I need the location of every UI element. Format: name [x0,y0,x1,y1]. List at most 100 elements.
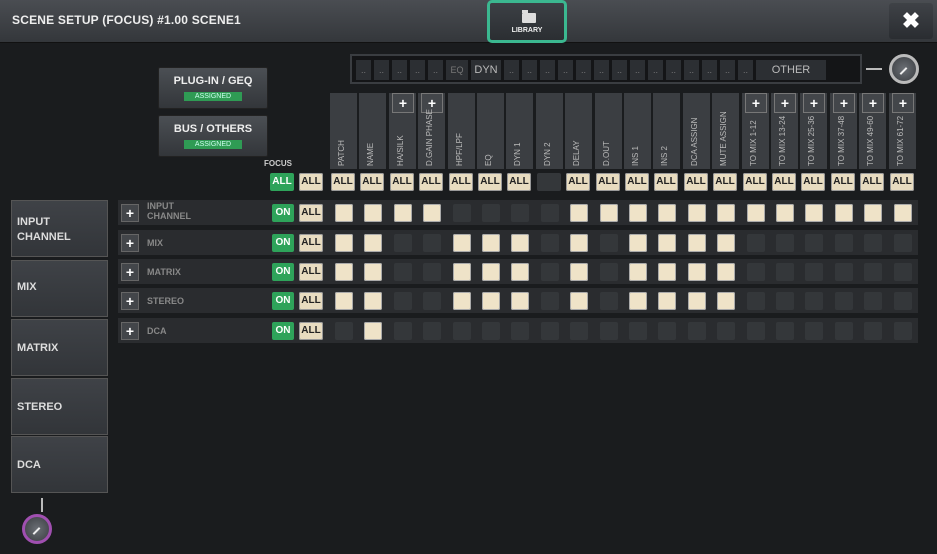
strip-segment[interactable]: .. [356,60,371,80]
parameter-toggle[interactable] [394,263,412,281]
parameter-toggle[interactable] [894,292,912,310]
strip-segment[interactable]: EQ [446,60,468,80]
parameter-toggle[interactable] [658,263,676,281]
parameter-toggle[interactable] [717,234,735,252]
parameter-toggle[interactable] [805,263,823,281]
parameter-toggle[interactable] [482,204,500,222]
strip-segment[interactable]: .. [558,60,573,80]
column-all-button[interactable]: ALL [890,173,914,191]
parameter-toggle[interactable] [570,322,588,340]
column-all-button[interactable]: ALL [684,173,708,191]
parameter-toggle[interactable] [776,263,794,281]
parameter-toggle[interactable] [600,292,618,310]
parameter-toggle[interactable] [747,204,765,222]
module-strip[interactable]: .......... EQ DYN.........................… [350,54,862,84]
parameter-toggle[interactable] [688,234,706,252]
parameter-toggle[interactable] [570,204,588,222]
column-all-button[interactable]: ALL [507,173,531,191]
row-all-button[interactable]: ALL [299,204,323,222]
row-all-button[interactable]: ALL [299,263,323,281]
parameter-toggle[interactable] [658,234,676,252]
parameter-toggle[interactable] [894,263,912,281]
strip-segment[interactable]: .. [374,60,389,80]
row-expand-button[interactable]: + [121,292,139,310]
parameter-toggle[interactable] [394,204,412,222]
column-all-button[interactable]: ALL [801,173,825,191]
strip-segment[interactable]: DYN [471,60,501,80]
parameter-toggle[interactable] [570,263,588,281]
parameter-toggle[interactable] [805,204,823,222]
strip-segment[interactable]: .. [522,60,537,80]
strip-segment[interactable]: .. [392,60,407,80]
column-all-button[interactable]: ALL [625,173,649,191]
parameter-toggle[interactable] [776,234,794,252]
parameter-toggle[interactable] [747,263,765,281]
column-add-button[interactable]: + [833,93,855,113]
parameter-toggle[interactable] [541,322,559,340]
parameter-toggle[interactable] [629,234,647,252]
parameter-toggle[interactable] [541,292,559,310]
column-all-button[interactable]: ALL [772,173,796,191]
parameter-toggle[interactable] [335,263,353,281]
parameter-toggle[interactable] [541,263,559,281]
strip-segment[interactable]: .. [738,60,753,80]
strip-segment[interactable]: .. [540,60,555,80]
bus-others-button[interactable]: BUS / OTHERS ASSIGNED [158,115,268,157]
parameter-toggle[interactable] [453,263,471,281]
row-expand-button[interactable]: + [121,234,139,252]
strip-segment[interactable]: .. [410,60,425,80]
parameter-toggle[interactable] [600,322,618,340]
parameter-toggle[interactable] [717,263,735,281]
strip-segment[interactable]: .. [504,60,519,80]
parameter-toggle[interactable] [717,204,735,222]
parameter-toggle[interactable] [570,234,588,252]
parameter-toggle[interactable] [776,204,794,222]
parameter-toggle[interactable] [835,234,853,252]
focus-on-button[interactable]: ON [272,292,294,310]
parameter-toggle[interactable] [629,204,647,222]
focus-all-button[interactable]: ALL [270,173,294,191]
parameter-toggle[interactable] [688,263,706,281]
column-add-button[interactable]: + [774,93,796,113]
parameter-toggle[interactable] [394,292,412,310]
strip-segment[interactable]: .. [630,60,645,80]
parameter-toggle[interactable] [600,204,618,222]
parameter-toggle[interactable] [511,292,529,310]
row-all-button[interactable]: ALL [299,322,323,340]
column-all-button[interactable]: ALL [390,173,414,191]
plugin-geq-button[interactable]: PLUG-IN / GEQ ASSIGNED [158,67,268,109]
parameter-toggle[interactable] [688,292,706,310]
parameter-toggle[interactable] [835,204,853,222]
parameter-toggle[interactable] [394,234,412,252]
close-button[interactable]: ✖ [889,3,933,39]
sidebar-item-input-channel[interactable]: INPUT CHANNEL [11,200,108,257]
scroll-knob-icon[interactable] [22,514,52,544]
row-all-button[interactable]: ALL [299,292,323,310]
parameter-toggle[interactable] [629,292,647,310]
sidebar-item-stereo[interactable]: STEREO [11,378,108,435]
parameter-toggle[interactable] [482,322,500,340]
parameter-toggle[interactable] [805,234,823,252]
parameter-toggle[interactable] [805,322,823,340]
column-all-button[interactable]: ALL [566,173,590,191]
column-all-button[interactable]: ALL [860,173,884,191]
parameter-toggle[interactable] [364,263,382,281]
column-all-button[interactable]: ALL [654,173,678,191]
strip-segment[interactable]: .. [576,60,591,80]
parameter-toggle[interactable] [629,263,647,281]
column-add-button[interactable]: + [862,93,884,113]
column-all-button[interactable]: ALL [419,173,443,191]
parameter-toggle[interactable] [894,204,912,222]
parameter-toggle[interactable] [453,234,471,252]
parameter-toggle[interactable] [541,234,559,252]
focus-on-button[interactable]: ON [272,322,294,340]
focus-on-button[interactable]: ON [272,234,294,252]
parameter-toggle[interactable] [835,292,853,310]
parameter-toggle[interactable] [864,322,882,340]
sidebar-item-mix[interactable]: MIX [11,260,108,317]
focus-on-button[interactable]: ON [272,204,294,222]
parameter-toggle[interactable] [364,204,382,222]
parameter-toggle[interactable] [364,292,382,310]
strip-segment[interactable]: .. [594,60,609,80]
column-add-button[interactable]: + [745,93,767,113]
